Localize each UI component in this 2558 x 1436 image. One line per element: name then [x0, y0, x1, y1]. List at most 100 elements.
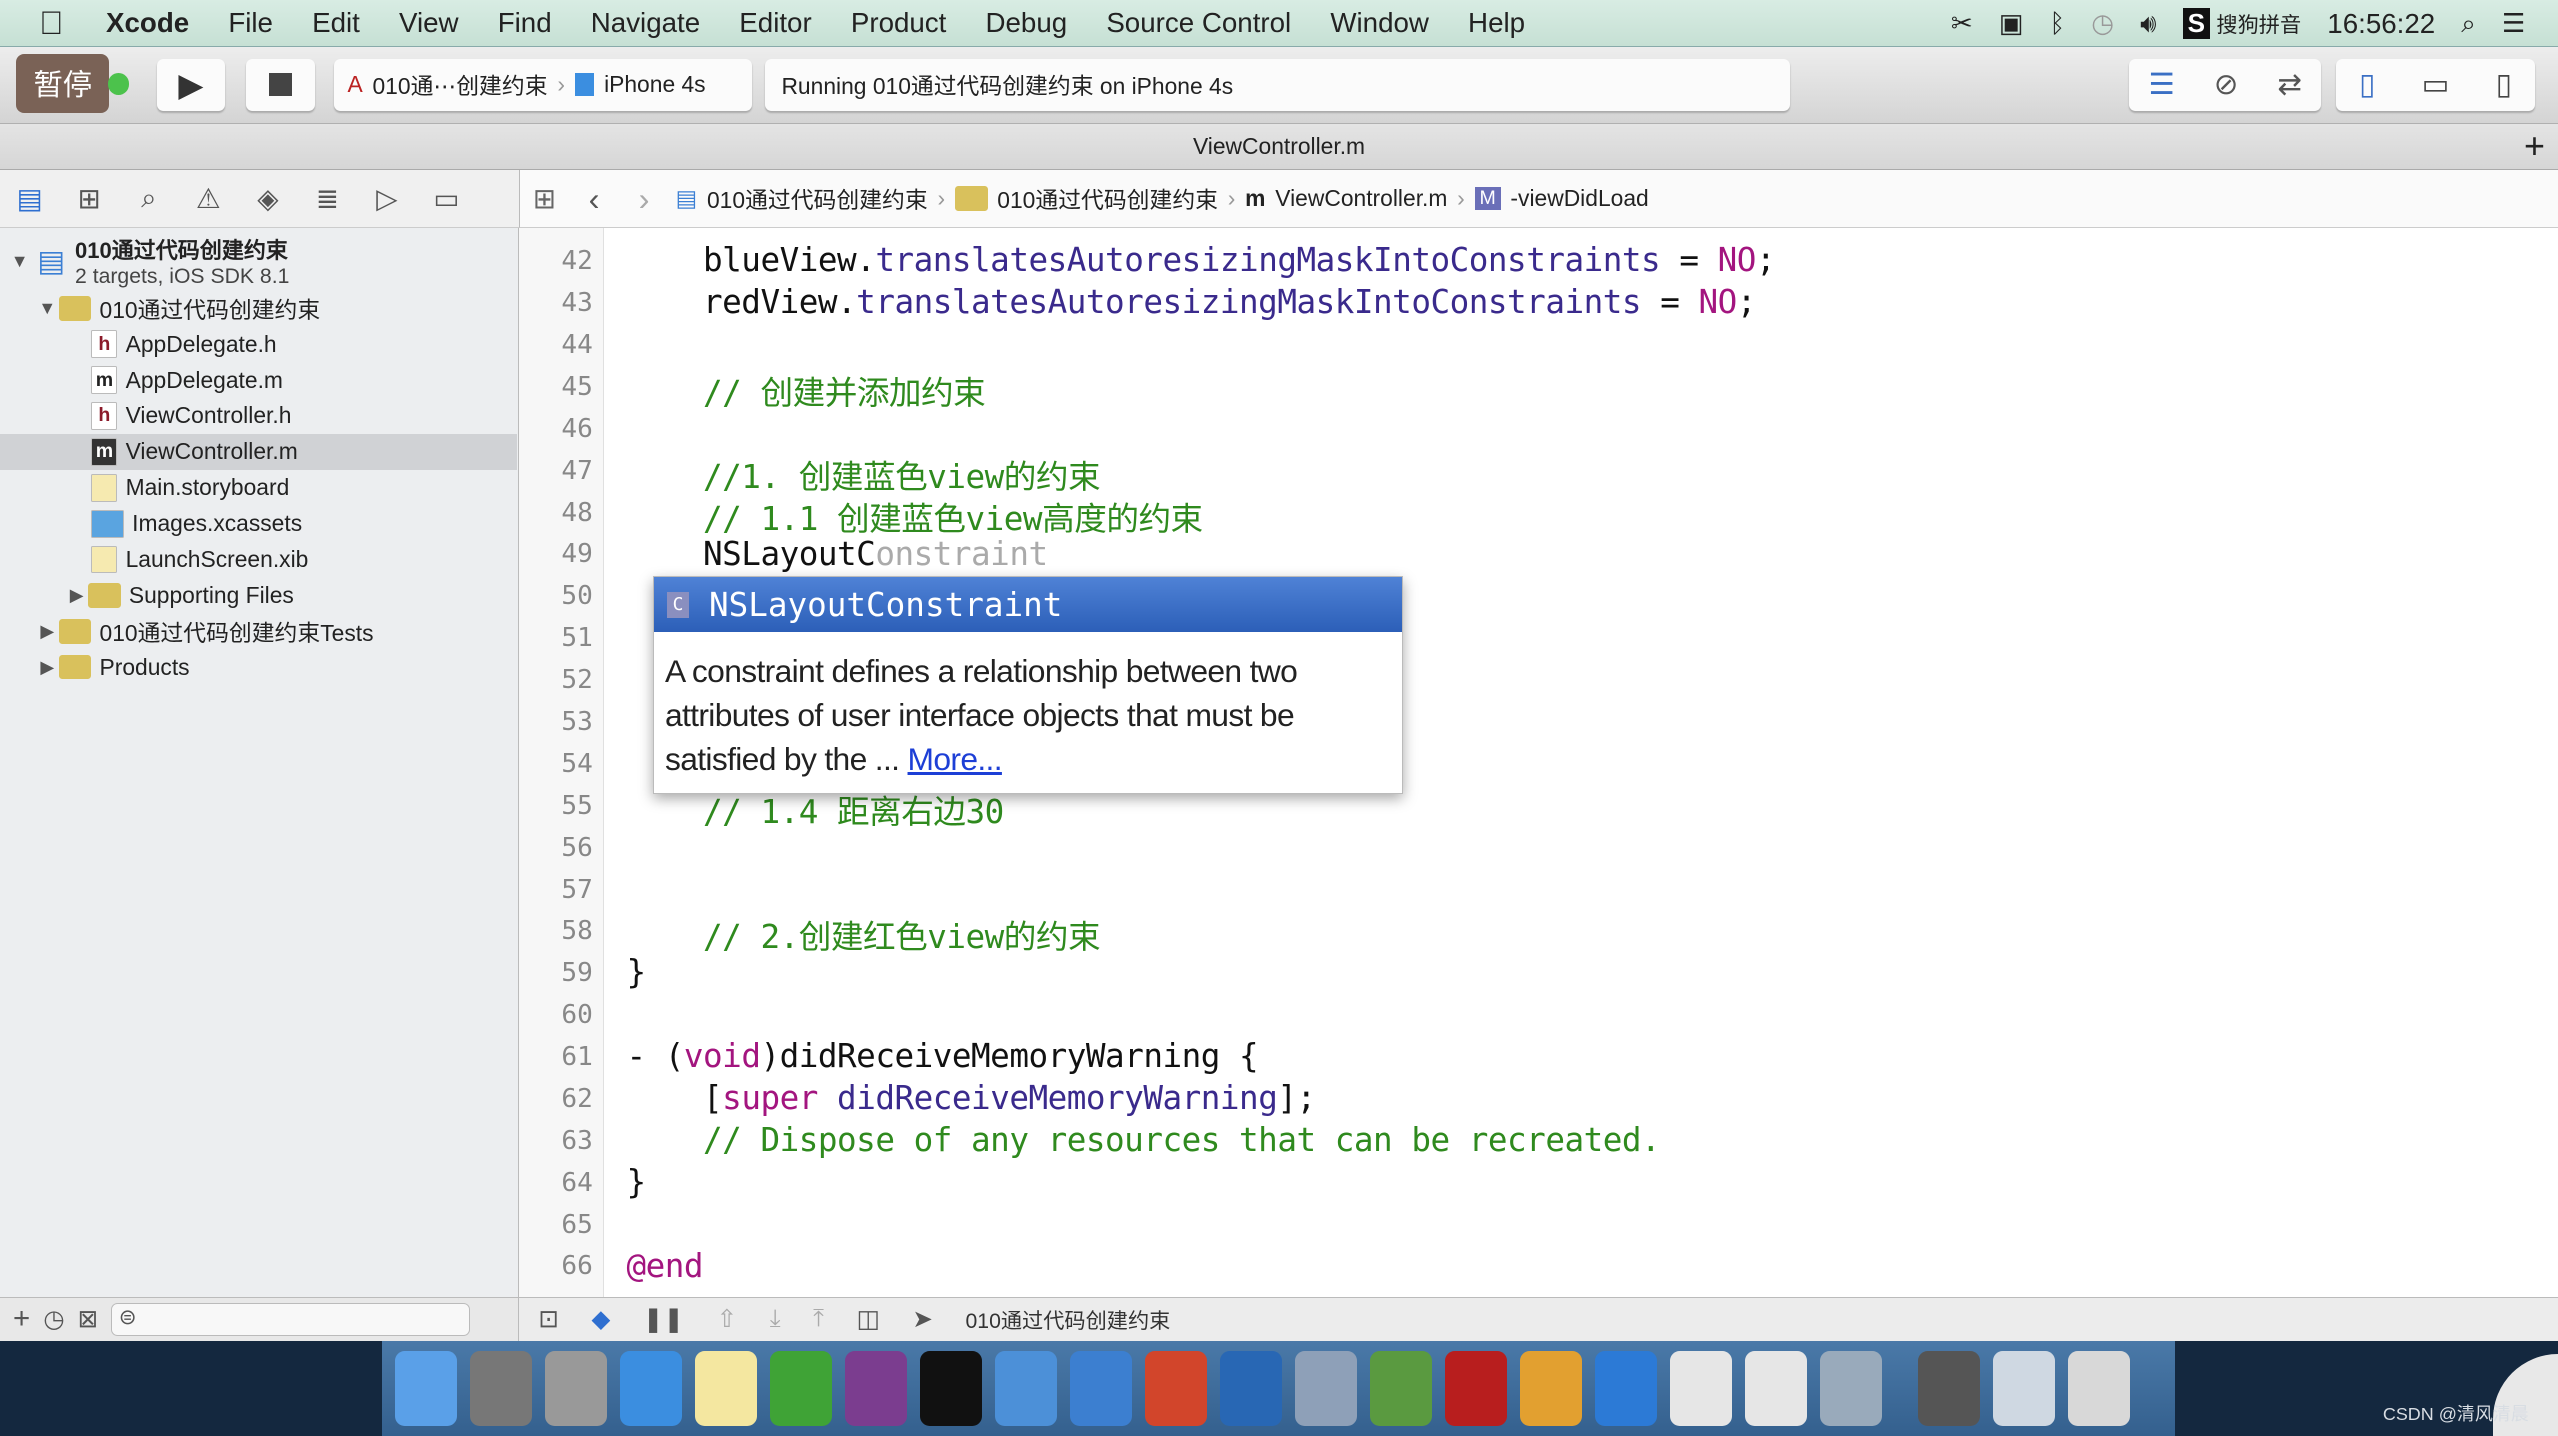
project-root[interactable]: ▼ ▤ 010通过代码创建约束 2 targets, iOS SDK 8.1: [0, 232, 517, 291]
menu-help[interactable]: Help: [1448, 7, 1544, 39]
version-editor-icon[interactable]: ⇄: [2277, 67, 2302, 102]
word-icon[interactable]: [1595, 1350, 1658, 1426]
filezilla-icon[interactable]: [1445, 1350, 1508, 1426]
assistant-editor-icon[interactable]: ⊘: [2214, 67, 2239, 102]
navigator-item[interactable]: m AppDelegate.m: [0, 362, 517, 398]
document-icon[interactable]: [1670, 1350, 1733, 1426]
forward-button[interactable]: ›: [639, 180, 650, 218]
xcode-icon[interactable]: [995, 1350, 1058, 1426]
pause-button[interactable]: 暂停: [16, 53, 110, 113]
input-method-label[interactable]: 搜狗拼音: [2216, 8, 2301, 39]
trash-icon[interactable]: [2068, 1350, 2131, 1426]
symbol-navigator-icon[interactable]: ⊞: [60, 182, 120, 215]
menu-debug[interactable]: Debug: [966, 7, 1087, 39]
jump-method[interactable]: -viewDidLoad: [1510, 185, 1648, 212]
utilities-toggle-icon[interactable]: ▯: [2496, 67, 2512, 102]
scissors-icon[interactable]: ✂: [1951, 8, 1973, 39]
navigator-item[interactable]: ▶ Products: [0, 649, 517, 685]
back-button[interactable]: ‹: [589, 180, 600, 218]
screen-icon[interactable]: [1918, 1350, 1981, 1426]
simulator-icon[interactable]: [1070, 1350, 1133, 1426]
excel-icon[interactable]: [769, 1350, 832, 1426]
snip-icon[interactable]: [1220, 1350, 1283, 1426]
menu-window[interactable]: Window: [1311, 7, 1449, 39]
preview-icon[interactable]: [1820, 1350, 1883, 1426]
find-navigator-icon[interactable]: ⌕: [119, 182, 179, 215]
list-icon[interactable]: ☰: [2502, 8, 2525, 39]
navigator-item[interactable]: ▼ 010通过代码创建约束: [0, 290, 517, 326]
step-over-icon[interactable]: ⇧: [717, 1304, 738, 1334]
folder-icon[interactable]: [1993, 1350, 2056, 1426]
scheme-selector[interactable]: A 010通⋯创建约束 › iPhone 4s: [334, 58, 753, 111]
more-link[interactable]: More...: [908, 741, 1003, 777]
menu-file[interactable]: File: [209, 7, 293, 39]
clock[interactable]: 16:56:22: [2327, 8, 2435, 40]
menu-source-control[interactable]: Source Control: [1087, 7, 1311, 39]
disclosure-triangle-icon[interactable]: ▼: [8, 251, 31, 272]
run-button[interactable]: ▶: [156, 58, 226, 111]
launchpad-icon[interactable]: [544, 1350, 607, 1426]
breakpoints-toggle-icon[interactable]: ◆: [591, 1304, 610, 1334]
navigator-item[interactable]: Main.storyboard: [0, 470, 517, 506]
jump-project[interactable]: 010通过代码创建约束: [707, 182, 928, 215]
location-icon[interactable]: ➤: [912, 1304, 933, 1334]
menu-find[interactable]: Find: [478, 7, 571, 39]
sogou-icon[interactable]: S: [2182, 8, 2210, 40]
notes-icon[interactable]: [694, 1350, 757, 1426]
issue-navigator-icon[interactable]: ⚠: [179, 182, 239, 215]
related-items-icon[interactable]: ⊞: [533, 182, 556, 215]
add-tab-button[interactable]: +: [2524, 124, 2545, 170]
debug-area-toggle-icon[interactable]: ▭: [2422, 67, 2450, 102]
time-machine-icon[interactable]: ◷: [2091, 8, 2114, 39]
disclosure-triangle-icon[interactable]: ▼: [36, 298, 59, 319]
recent-files-icon[interactable]: ◷: [43, 1304, 64, 1334]
hide-debug-area-icon[interactable]: ⊡: [538, 1304, 559, 1334]
project-navigator-icon[interactable]: ▤: [0, 182, 60, 215]
bluetooth-icon[interactable]: ᛒ: [2050, 8, 2066, 39]
filter-input[interactable]: ⊜: [111, 1303, 471, 1336]
menu-product[interactable]: Product: [831, 7, 966, 39]
report-navigator-icon[interactable]: ▭: [417, 182, 477, 215]
menu-app[interactable]: Xcode: [86, 7, 208, 39]
navigator-item[interactable]: h ViewController.h: [0, 398, 517, 434]
jump-group[interactable]: 010通过代码创建约束: [997, 182, 1218, 215]
navigator-item[interactable]: LaunchScreen.xib: [0, 542, 517, 578]
source-control-filter-icon[interactable]: ⊠: [78, 1304, 99, 1334]
navigator-item[interactable]: ▶ 010通过代码创建约束Tests: [0, 613, 517, 649]
apple-icon[interactable]: : [0, 4, 86, 42]
volume-icon[interactable]: 🔊︎: [2140, 8, 2156, 40]
onenote-icon[interactable]: [844, 1350, 907, 1426]
debug-navigator-icon[interactable]: ≣: [298, 182, 358, 215]
disclosure-triangle-icon[interactable]: ▶: [65, 585, 88, 606]
navigator-item[interactable]: Images.xcassets: [0, 506, 517, 542]
add-icon[interactable]: +: [13, 1302, 30, 1336]
system-preferences-icon[interactable]: [469, 1350, 532, 1426]
navigator-item[interactable]: h AppDelegate.h: [0, 326, 517, 362]
finder-icon[interactable]: [394, 1350, 457, 1426]
menu-editor[interactable]: Editor: [720, 7, 832, 39]
standard-editor-icon[interactable]: ☰: [2148, 67, 2174, 102]
jump-file[interactable]: ViewController.m: [1275, 185, 1447, 212]
navigator-toggle-icon[interactable]: ▯: [2359, 67, 2375, 102]
menu-navigate[interactable]: Navigate: [571, 7, 720, 39]
navigator-item[interactable]: ▶ Supporting Files: [0, 578, 517, 614]
pause-debug-icon[interactable]: ❚❚: [643, 1304, 684, 1334]
powerpoint-icon[interactable]: [1145, 1350, 1208, 1426]
stop-button[interactable]: [246, 58, 315, 111]
test-navigator-icon[interactable]: ◈: [238, 182, 298, 215]
search-icon[interactable]: ⌕: [2461, 8, 2476, 40]
disclosure-triangle-icon[interactable]: ▶: [36, 621, 59, 642]
completion-item-selected[interactable]: C NSLayoutConstraint: [653, 576, 1402, 633]
pencil-app-icon[interactable]: [1520, 1350, 1583, 1426]
step-out-icon[interactable]: ⤒: [813, 1305, 824, 1333]
menu-view[interactable]: View: [379, 7, 478, 39]
view-debugging-icon[interactable]: ◫: [857, 1304, 880, 1334]
breakpoint-navigator-icon[interactable]: ▷: [357, 182, 417, 215]
camera-icon[interactable]: ▣: [1999, 8, 2024, 39]
ftp-icon[interactable]: [1370, 1350, 1433, 1426]
tab-viewcontroller-m[interactable]: ViewController.m: [1193, 133, 1365, 159]
safari-icon[interactable]: [619, 1350, 682, 1426]
step-into-icon[interactable]: ⤓: [770, 1305, 781, 1333]
disclosure-triangle-icon[interactable]: ▶: [36, 657, 59, 678]
debug-target[interactable]: 010通过代码创建约束: [966, 1304, 1171, 1335]
